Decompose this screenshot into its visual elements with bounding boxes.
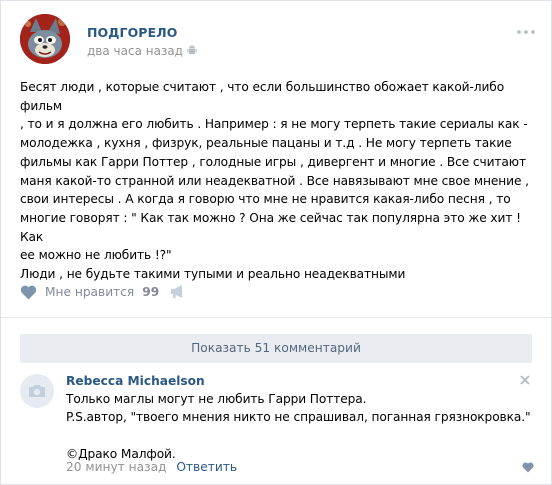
community-avatar[interactable] xyxy=(20,14,70,64)
comment-time[interactable]: 20 минут назад xyxy=(66,460,166,474)
cat-avatar-icon xyxy=(20,14,70,64)
android-icon xyxy=(187,45,197,54)
share-megaphone-icon[interactable] xyxy=(170,284,186,299)
heart-icon xyxy=(20,285,37,299)
comment-heart-icon[interactable] xyxy=(522,462,534,473)
post-author[interactable]: ПОДГОРЕЛО xyxy=(87,25,177,40)
reply-link[interactable]: Ответить xyxy=(176,460,237,474)
more-options-icon[interactable] xyxy=(516,28,536,36)
post-meta: два часа назад xyxy=(87,44,197,58)
comment-meta: 20 минут назад Ответить xyxy=(66,460,237,474)
commenter-avatar[interactable] xyxy=(20,374,54,408)
like-count: 99 xyxy=(142,285,160,299)
divider xyxy=(1,317,551,318)
comment-author[interactable]: Rebecca Michaelson xyxy=(66,374,205,388)
post-actions: Мне нравится 99 xyxy=(20,282,320,302)
close-icon[interactable] xyxy=(520,375,530,385)
camera-icon xyxy=(29,385,45,397)
post-card: ПОДГОРЕЛО два часа назад Бесят люди , ко… xyxy=(0,0,552,485)
like-label: Мне нравится xyxy=(45,285,135,299)
post-time[interactable]: два часа назад xyxy=(87,44,183,58)
post-header: ПОДГОРЕЛО два часа назад xyxy=(20,14,540,64)
show-comments-button[interactable]: Показать 51 комментарий xyxy=(20,334,532,363)
comment-text: Только маглы могут не любить Гарри Потте… xyxy=(66,392,531,461)
like-button[interactable]: Мне нравится 99 xyxy=(20,282,159,302)
post-text: Бесят люди , которые считают , что если … xyxy=(20,80,529,282)
comment-item: Rebecca Michaelson Только маглы могут не… xyxy=(20,374,540,484)
